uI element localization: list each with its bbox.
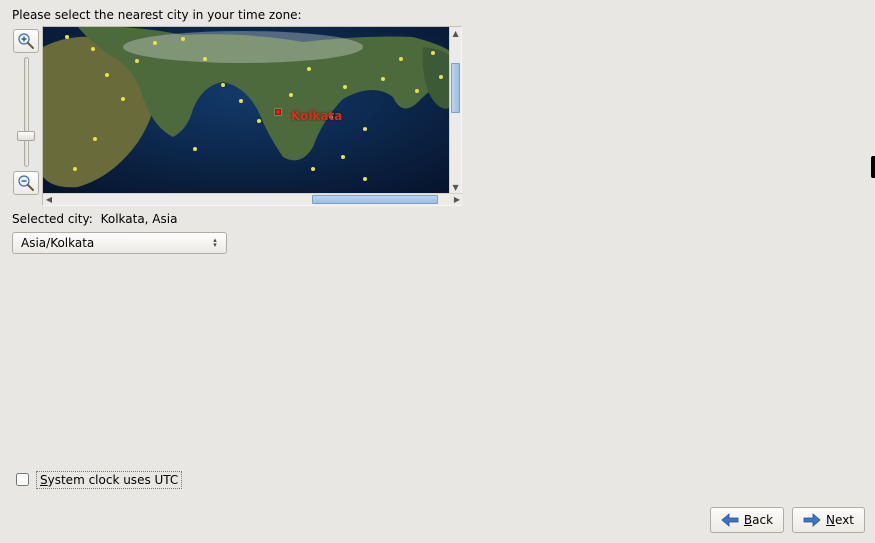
selected-city-label: Selected city:: [12, 212, 93, 226]
selected-city-line: Selected city: Kolkata, Asia: [12, 212, 863, 226]
scroll-down-icon[interactable]: ▼: [450, 181, 461, 193]
vertical-scroll-thumb[interactable]: [451, 63, 460, 113]
zoom-in-icon: [17, 32, 35, 50]
map-frame: Kolkata ▲ ▼ ◀ ▶: [42, 26, 462, 206]
zoom-slider[interactable]: [24, 53, 29, 171]
zoom-in-button[interactable]: [13, 29, 39, 53]
zoom-out-icon: [17, 174, 35, 192]
map-vertical-scrollbar[interactable]: ▲ ▼: [449, 27, 461, 193]
dropdown-spinner-icon: ▴▾: [208, 238, 222, 248]
selected-city-value: Kolkata, Asia: [101, 212, 178, 226]
timezone-select-value: Asia/Kolkata: [21, 236, 94, 250]
next-button[interactable]: Next: [792, 507, 865, 533]
map-area: Kolkata ▲ ▼ ◀ ▶: [12, 26, 863, 206]
scroll-right-icon[interactable]: ▶: [451, 194, 463, 205]
utc-checkbox-label[interactable]: System clock uses UTC: [36, 471, 182, 489]
back-button[interactable]: Back: [710, 507, 784, 533]
horizontal-scroll-thumb[interactable]: [312, 195, 438, 204]
instructions-label: Please select the nearest city in your t…: [12, 8, 863, 22]
scroll-up-icon[interactable]: ▲: [450, 27, 461, 39]
arrow-right-icon: [803, 513, 821, 527]
zoom-controls: [12, 26, 40, 195]
selected-city-marker-label: Kolkata: [291, 109, 342, 123]
utc-checkbox-row: System clock uses UTC: [12, 470, 182, 489]
right-edge-notch: [871, 156, 875, 178]
zoom-slider-handle[interactable]: [17, 131, 35, 141]
world-map[interactable]: Kolkata: [43, 27, 449, 193]
timezone-select[interactable]: Asia/Kolkata ▴▾: [12, 232, 227, 254]
scroll-left-icon[interactable]: ◀: [43, 194, 55, 205]
nav-buttons: Back Next: [710, 507, 865, 533]
utc-checkbox[interactable]: [16, 473, 29, 486]
arrow-left-icon: [721, 513, 739, 527]
zoom-out-button[interactable]: [13, 171, 39, 195]
map-horizontal-scrollbar[interactable]: ◀ ▶: [43, 193, 463, 205]
selected-city-marker: [275, 109, 281, 115]
